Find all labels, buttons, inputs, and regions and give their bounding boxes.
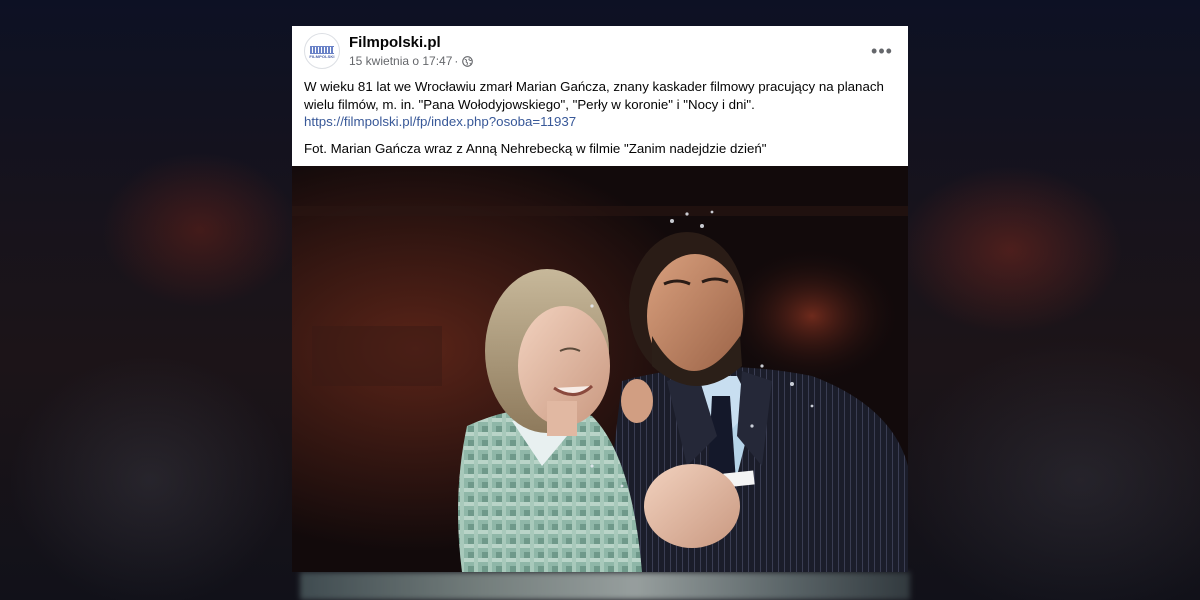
facebook-post-card: FILMPOLSKI Filmpolski.pl 15 kwietnia o 1… (292, 26, 908, 572)
post-photo[interactable] (292, 166, 908, 572)
more-options-icon: ••• (871, 40, 893, 61)
post-timestamp[interactable]: 15 kwietnia o 17:47 (349, 54, 452, 68)
more-options-button[interactable]: ••• (868, 38, 896, 64)
globe-icon[interactable] (462, 55, 474, 67)
meta-separator: · (454, 54, 459, 68)
post-header: FILMPOLSKI Filmpolski.pl 15 kwietnia o 1… (292, 26, 908, 76)
post-meta: 15 kwietnia o 17:47 · (349, 54, 474, 68)
avatar-logo-text: FILMPOLSKI (309, 54, 335, 59)
photo-illustration (292, 166, 908, 572)
page-avatar[interactable]: FILMPOLSKI (304, 33, 340, 69)
post-message: W wieku 81 lat we Wrocławiu zmarł Marian… (304, 79, 884, 112)
post-link[interactable]: https://filmpolski.pl/fp/index.php?osoba… (304, 114, 576, 129)
post-text: W wieku 81 lat we Wrocławiu zmarł Marian… (304, 78, 900, 157)
background-glow (300, 572, 910, 600)
film-strip-icon (310, 46, 334, 54)
page-name-link[interactable]: Filmpolski.pl (349, 34, 441, 52)
post-caption: Fot. Marian Gańcza wraz z Anną Nehrebeck… (304, 140, 767, 156)
